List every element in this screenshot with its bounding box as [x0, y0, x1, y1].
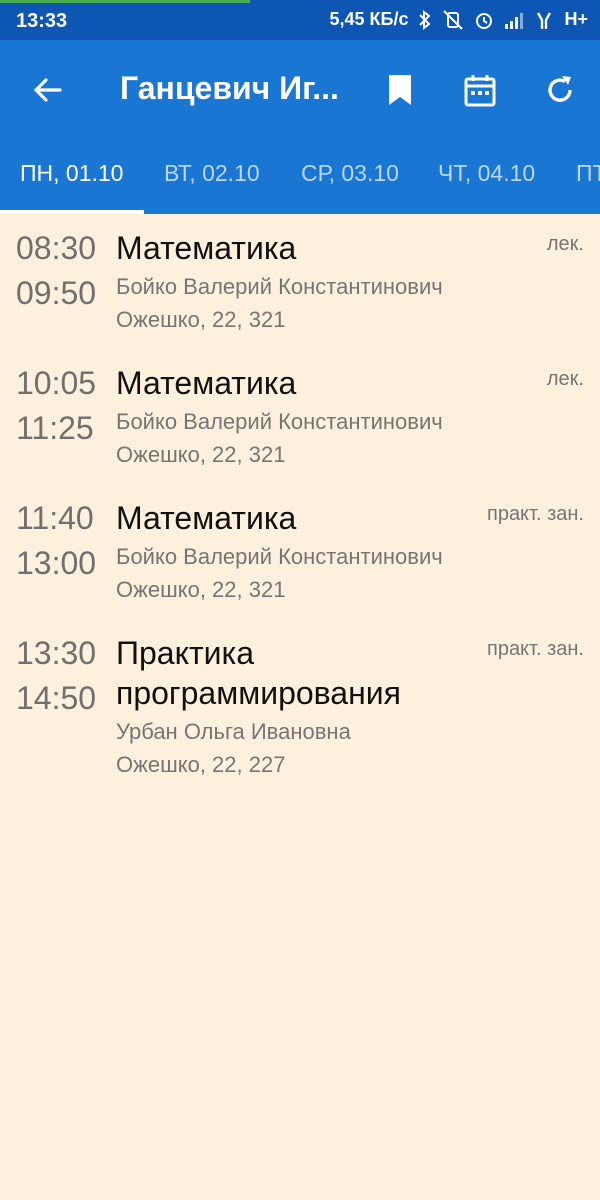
teacher: Бойко Валерий Константинович — [116, 274, 443, 299]
bookmark-icon[interactable] — [378, 68, 422, 112]
room: Ожешко, 22, 321 — [116, 577, 286, 602]
bluetooth-icon — [418, 9, 432, 30]
list-item[interactable]: 11:40 13:00 Математика Бойко Валерий Кон… — [0, 484, 600, 619]
room: Ожешко, 22, 321 — [116, 442, 286, 467]
network-type: H+ — [564, 9, 588, 29]
start-time: 11:40 — [16, 500, 94, 536]
tab-friday[interactable]: ПТ — [576, 136, 600, 214]
list-item[interactable]: 08:30 09:50 Математика Бойко Валерий Кон… — [0, 214, 600, 349]
subject: Математика — [116, 500, 297, 536]
teacher: Бойко Валерий Константинович — [116, 409, 443, 434]
tab-wednesday[interactable]: СР, 03.10 — [301, 136, 399, 214]
signal-icon — [536, 11, 554, 29]
calendar-icon[interactable] — [458, 68, 502, 112]
vibrate-off-icon — [442, 9, 464, 30]
status-bar: 13:33 5,45 КБ/с H+ — [0, 0, 600, 40]
page-title: Ганцевич Иг... — [120, 70, 339, 106]
day-tabs: ПН, 01.10 ВТ, 02.10 СР, 03.10 ЧТ, 04.10 … — [0, 136, 600, 214]
status-icons: 5,45 КБ/с H+ — [329, 9, 588, 30]
end-time: 11:25 — [16, 410, 94, 446]
page-load-indicator — [0, 0, 250, 3]
lesson-type: практ. зан. — [486, 503, 584, 525]
alarm-icon — [474, 10, 494, 30]
subject: Математика — [116, 230, 297, 266]
list-item[interactable]: 10:05 11:25 Математика Бойко Валерий Кон… — [0, 349, 600, 484]
start-time: 10:05 — [16, 365, 97, 401]
subject: Практика программирования — [116, 635, 401, 711]
tab-thursday[interactable]: ЧТ, 04.10 — [438, 136, 535, 214]
net-speed: 5,45 КБ/с — [329, 9, 409, 29]
lesson-type: лек. — [546, 368, 584, 390]
lesson-list: 08:30 09:50 Математика Бойко Валерий Кон… — [0, 214, 600, 779]
lesson-type: практ. зан. — [486, 638, 584, 660]
room: Ожешко, 22, 227 — [116, 752, 286, 777]
teacher: Бойко Валерий Константинович — [116, 544, 443, 569]
end-time: 13:00 — [16, 545, 97, 581]
teacher: Урбан Ольга Ивановна — [116, 719, 351, 744]
tab-monday[interactable]: ПН, 01.10 — [20, 136, 123, 214]
subject: Математика — [116, 365, 297, 401]
signal-icon — [504, 11, 526, 29]
start-time: 13:30 — [16, 635, 97, 671]
app-bar: Ганцевич Иг... — [0, 40, 600, 136]
end-time: 09:50 — [16, 275, 97, 311]
lesson-type: лек. — [546, 233, 584, 255]
refresh-icon[interactable] — [538, 68, 582, 112]
end-time: 14:50 — [16, 680, 97, 716]
start-time: 08:30 — [16, 230, 97, 266]
status-time: 13:33 — [16, 10, 68, 32]
room: Ожешко, 22, 321 — [116, 307, 286, 332]
arrow-back-icon[interactable] — [26, 68, 70, 112]
tab-tuesday[interactable]: ВТ, 02.10 — [164, 136, 260, 214]
list-item[interactable]: 13:30 14:50 Практика программирования Ур… — [0, 619, 600, 779]
